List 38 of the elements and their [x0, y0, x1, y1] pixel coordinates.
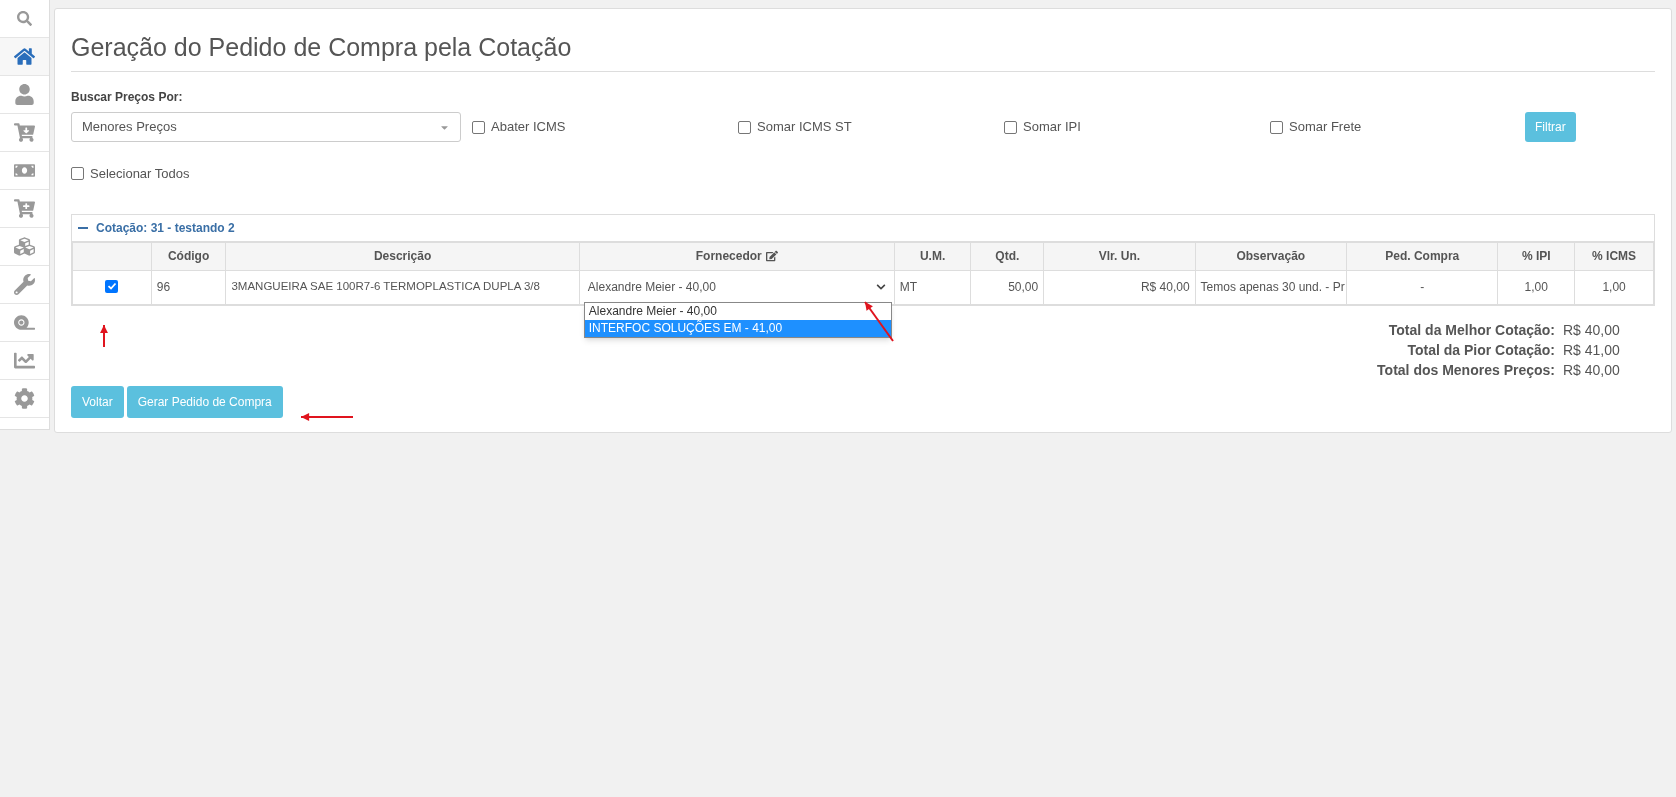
column-header: U.M. — [919, 249, 946, 263]
filter-label: Buscar Preços Por: — [71, 89, 184, 106]
column-header: Fornecedor — [695, 248, 762, 265]
checkbox-label: Abater ICMS — [491, 118, 566, 137]
column-header: Descrição — [373, 249, 432, 263]
table-cell: 1,00 — [1602, 280, 1626, 294]
column-header: Vlr. Un. — [1098, 249, 1141, 263]
column-header: Código — [167, 249, 210, 263]
total-label: Total dos Menores Preços: — [1377, 360, 1555, 380]
panel-title: Cotação: 31 - testando 2 — [96, 219, 235, 237]
dropdown-option[interactable]: Alexandre Meier - 40,00 — [584, 302, 891, 320]
column-header: % IPI — [1521, 249, 1551, 263]
table-cell: - — [1420, 280, 1425, 294]
dropdown-option[interactable]: INTERFOC SOLUÇÕES EM - 41,00 — [584, 319, 891, 337]
table-cell: Temos apenas 30 und. - Pr — [1200, 280, 1345, 294]
column-header: Qtd. — [995, 249, 1020, 263]
table-cell: 3MANGUEIRA SAE 100R7-6 TERMOPLASTICA DUPLA 3/8 — [231, 280, 540, 293]
table-cell: 1,00 — [1524, 280, 1548, 294]
total-value: R$ 41,00 — [1563, 340, 1621, 360]
checkbox-label: Somar IPI — [1023, 118, 1081, 137]
total-value: R$ 40,00 — [1563, 360, 1621, 380]
column-header: Observação — [1236, 249, 1306, 263]
total-value: R$ 40,00 — [1563, 320, 1621, 340]
table-cell: 96 — [156, 280, 171, 294]
checkbox-label: Selecionar Todos — [90, 165, 190, 183]
table-cell: MT — [899, 280, 918, 294]
column-header: % ICMS — [1592, 249, 1637, 263]
page-title: Geração do Pedido de Compra pela Cotação — [71, 31, 1655, 72]
checkbox-label: Somar Frete — [1289, 118, 1362, 137]
total-label: Total da Pior Cotação: — [1407, 340, 1555, 360]
price-select[interactable]: Menores Preços — [71, 112, 461, 142]
total-label: Total da Melhor Cotação: — [1388, 320, 1555, 340]
supplier-select[interactable]: Alexandre Meier - 40,00 — [579, 271, 894, 303]
table-cell: R$ 40,00 — [1140, 280, 1190, 294]
table-cell: 50,00 — [1008, 280, 1039, 294]
checkbox-label: Somar ICMS ST — [757, 118, 852, 137]
panel-header[interactable]: Cotação: 31 - testando 2 — [72, 214, 1654, 242]
column-header: Ped. Compra — [1385, 249, 1460, 263]
